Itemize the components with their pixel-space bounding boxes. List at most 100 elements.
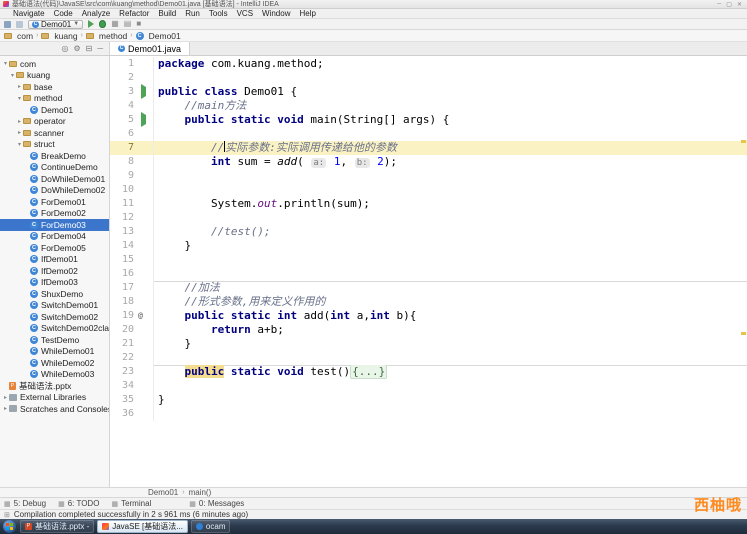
save-icon[interactable] [16, 20, 23, 28]
code-line[interactable]: int sum = add( a: 1, b: 2); [154, 155, 747, 169]
taskbar-item-ppt[interactable]: P 基础语法.pptx - [20, 520, 95, 533]
menu-analyze[interactable]: Analyze [82, 9, 110, 18]
tree-item-external libraries[interactable]: ▸ External Libraries [0, 392, 109, 404]
code-line[interactable]: } [154, 393, 747, 407]
menu-run[interactable]: Run [185, 9, 200, 18]
tree-item-fordemo01[interactable]: C ForDemo01 [0, 196, 109, 208]
tree-item-com[interactable]: ▾ com [0, 58, 109, 70]
run-configuration-select[interactable]: C Demo01 ▼ [28, 19, 84, 29]
tree-item-whiledemo02[interactable]: C WhileDemo02 [0, 357, 109, 369]
code-line[interactable]: //形式参数,用来定义作用的 [154, 295, 747, 309]
navbar-item-method[interactable]: method [85, 31, 127, 41]
tree-item-switchdemo01[interactable]: C SwitchDemo01 [0, 300, 109, 312]
breadcrumb-item-main[interactable]: main() [189, 488, 212, 497]
tree-item-base[interactable]: ▸ base [0, 81, 109, 93]
tree-item-testdemo[interactable]: C TestDemo [0, 334, 109, 346]
expand-arrow-icon[interactable]: ▾ [16, 141, 23, 148]
code-line[interactable]: //加法 [154, 281, 747, 295]
toolwindow-terminal[interactable]: ▦ Terminal [111, 499, 151, 508]
gear-icon[interactable]: ⚙ [73, 44, 80, 53]
code-line[interactable]: //实际参数:实际调用传递给他的参数 [154, 141, 747, 155]
project-tree-panel[interactable]: ▾ com ▾ kuang ▸ base ▾ method C Demo01 ▸ operator ▸ s… [0, 56, 110, 487]
menu-navigate[interactable]: Navigate [13, 9, 45, 18]
tree-item-struct[interactable]: ▾ struct [0, 139, 109, 151]
code-line[interactable]: } [154, 337, 747, 351]
collapse-all-icon[interactable]: ⊟ [86, 44, 93, 53]
code-line[interactable]: } [154, 239, 747, 253]
tree-item-ifdemo02[interactable]: C IfDemo02 [0, 265, 109, 277]
expand-arrow-icon[interactable]: ▾ [9, 72, 16, 79]
toolwindow-messages[interactable]: ▦ 0: Messages [189, 499, 244, 508]
tree-item-switchdemo02class[interactable]: CSwitchDemo02class [0, 323, 109, 335]
tree-item-switchdemo02[interactable]: C SwitchDemo02 [0, 311, 109, 323]
code-line[interactable]: System.out.println(sum); [154, 197, 747, 211]
code-line[interactable] [154, 267, 747, 281]
navbar-item-demo01[interactable]: C Demo01 [135, 31, 181, 41]
code-line[interactable]: return a+b; [154, 323, 747, 337]
code-line[interactable] [154, 71, 747, 85]
tree-item-dowhiledemo01[interactable]: C DoWhileDemo01 [0, 173, 109, 185]
tree-item-ifdemo03[interactable]: C IfDemo03 [0, 277, 109, 289]
tree-item-continuedemo[interactable]: C ContinueDemo [0, 162, 109, 174]
code-line[interactable]: public static void main(String[] args) { [154, 113, 747, 127]
tree-item-fordemo04[interactable]: C ForDemo04 [0, 231, 109, 243]
expand-arrow-icon[interactable]: ▸ [16, 129, 23, 136]
tree-item-demo01[interactable]: C Demo01 [0, 104, 109, 116]
tree-item-dowhiledemo02[interactable]: C DoWhileDemo02 [0, 185, 109, 197]
menu-vcs[interactable]: VCS [237, 9, 253, 18]
tree-item-ifdemo01[interactable]: C IfDemo01 [0, 254, 109, 266]
menu-window[interactable]: Window [262, 9, 290, 18]
code-line[interactable] [154, 127, 747, 141]
stop-icon[interactable]: ■ [136, 19, 141, 29]
menu-help[interactable]: Help [299, 9, 315, 18]
close-icon[interactable]: ✕ [737, 1, 742, 8]
error-stripe-mark[interactable] [741, 332, 746, 335]
locate-file-icon[interactable]: ◎ [61, 44, 68, 53]
menu-tools[interactable]: Tools [209, 9, 228, 18]
tree-item-scratches and consoles[interactable]: ▸ Scratches and Consoles [0, 403, 109, 415]
expand-arrow-icon[interactable]: ▾ [16, 95, 23, 102]
code-line[interactable]: public static int add(int a,int b){ [154, 309, 747, 323]
error-stripe-mark[interactable] [741, 140, 746, 143]
tree-item-whiledemo03[interactable]: C WhileDemo03 [0, 369, 109, 381]
code-line[interactable] [154, 253, 747, 267]
tree-item-fordemo02[interactable]: C ForDemo02 [0, 208, 109, 220]
expand-arrow-icon[interactable]: ▸ [2, 405, 9, 412]
code-line[interactable] [154, 183, 747, 197]
code-line[interactable] [154, 407, 747, 421]
coverage-icon[interactable]: ▦ [111, 19, 119, 29]
code-line[interactable]: public class Demo01 { [154, 85, 747, 99]
menu-code[interactable]: Code [54, 9, 73, 18]
hide-panel-icon[interactable]: ─ [97, 44, 103, 53]
code-editor[interactable]: 1 package com.kuang.method; 2 3 public class… [110, 56, 747, 487]
taskbar-item-ocam[interactable]: ocam [190, 520, 231, 533]
start-button[interactable] [3, 520, 16, 533]
tree-item-operator[interactable]: ▸ operator [0, 116, 109, 128]
tree-item-method[interactable]: ▾ method [0, 93, 109, 105]
taskbar-item-idea[interactable]: JavaSE [基础语法... [97, 520, 188, 533]
tree-item-kuang[interactable]: ▾ kuang [0, 70, 109, 82]
code-line[interactable] [154, 379, 747, 393]
tree-item-shuxdemo[interactable]: C ShuxDemo [0, 288, 109, 300]
tree-item-scanner[interactable]: ▸ scanner [0, 127, 109, 139]
code-line[interactable]: //test(); [154, 225, 747, 239]
run-button[interactable] [88, 20, 95, 28]
code-line[interactable]: //main方法 [154, 99, 747, 113]
profiler-icon[interactable]: ▤ [124, 19, 132, 29]
run-gutter-icon[interactable] [141, 84, 146, 99]
open-icon[interactable] [4, 20, 11, 28]
tree-item-fordemo03[interactable]: C ForDemo03 [0, 219, 109, 231]
tree-item-fordemo05[interactable]: C ForDemo05 [0, 242, 109, 254]
tree-item-whiledemo01[interactable]: C WhileDemo01 [0, 346, 109, 358]
code-line[interactable] [154, 169, 747, 183]
maximize-icon[interactable]: ▢ [726, 1, 732, 8]
code-line[interactable] [154, 351, 747, 365]
code-line[interactable]: public static void test() {...} [154, 365, 747, 379]
toolwindow-todo[interactable]: ▦ 6: TODO [58, 499, 99, 508]
code-line[interactable] [154, 211, 747, 225]
expand-arrow-icon[interactable]: ▸ [2, 394, 9, 401]
expand-arrow-icon[interactable]: ▸ [16, 83, 23, 90]
minimize-icon[interactable]: ─ [717, 1, 721, 8]
code-line[interactable]: package com.kuang.method; [154, 57, 747, 71]
tree-item-breakdemo[interactable]: C BreakDemo [0, 150, 109, 162]
